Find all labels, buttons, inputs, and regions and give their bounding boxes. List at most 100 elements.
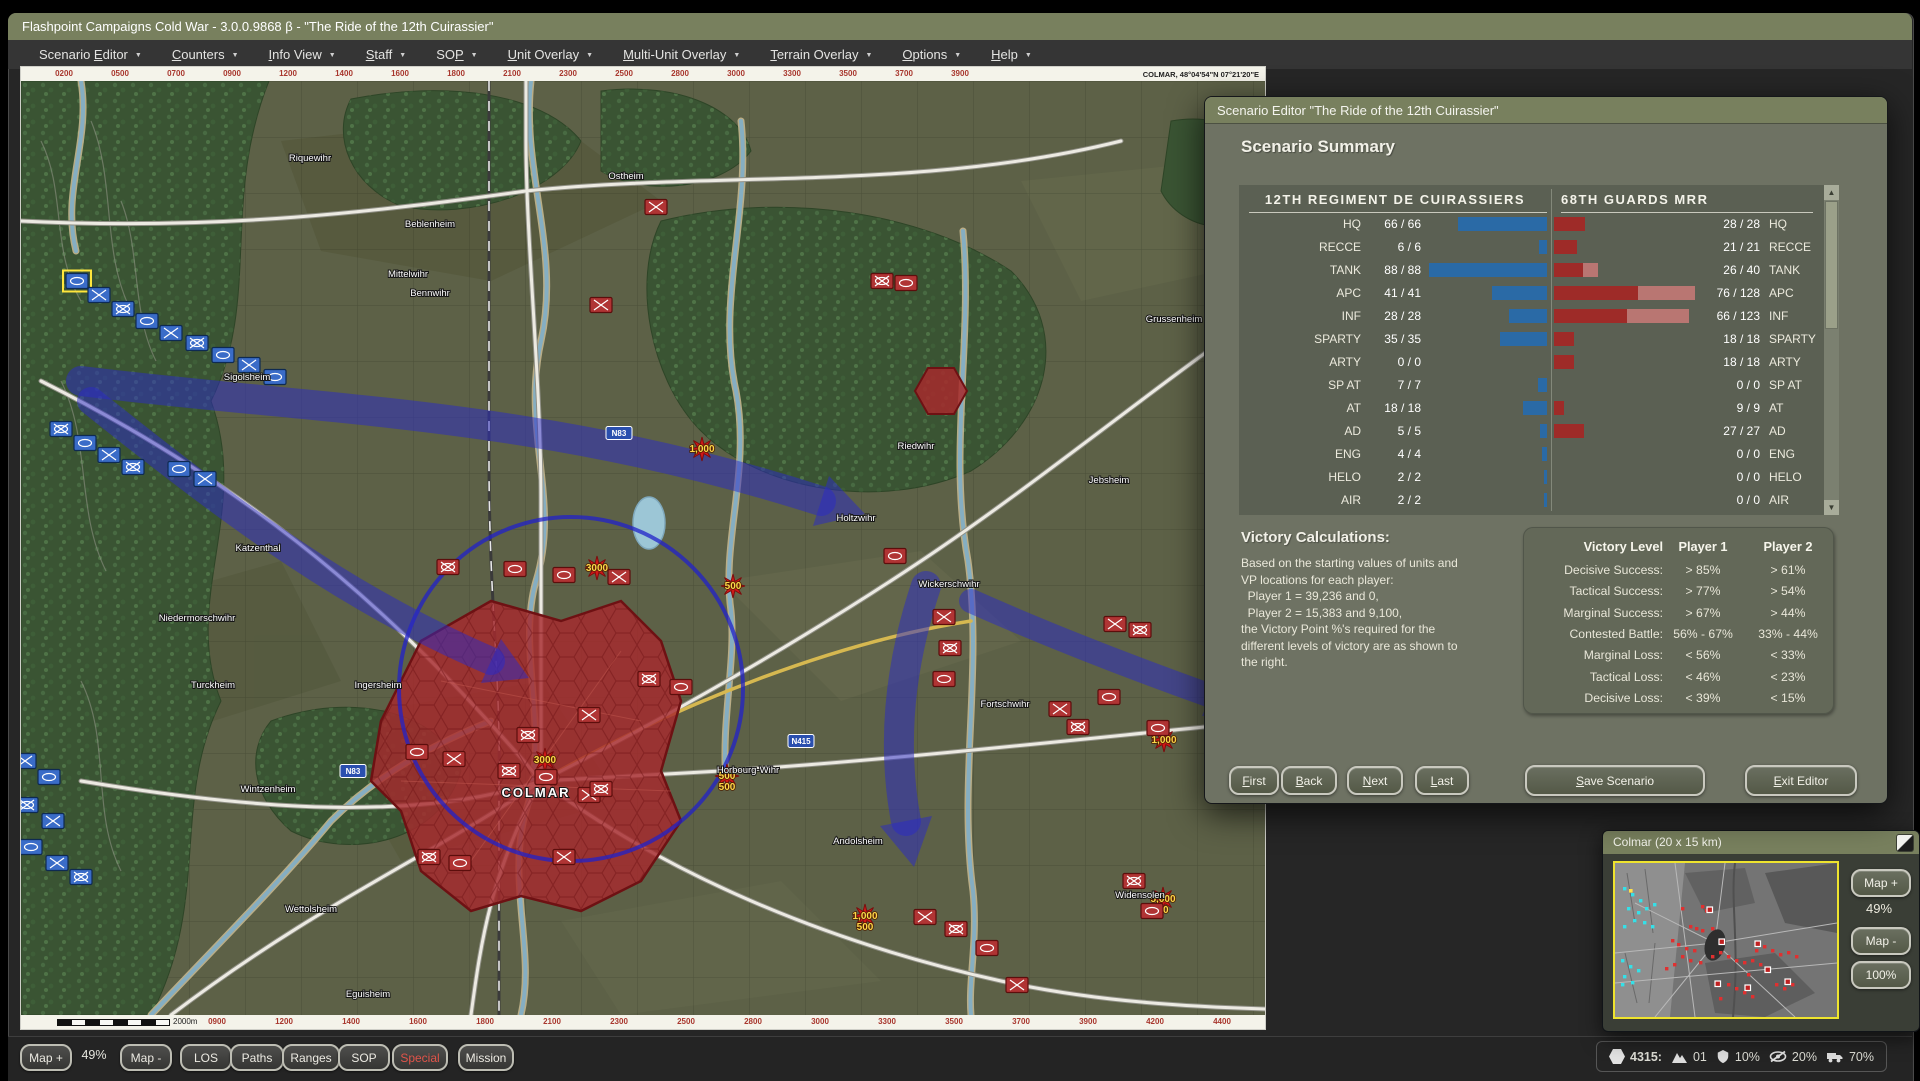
dialog-titlebar[interactable]: Scenario Editor "The Ride of the 12th Cu… — [1205, 97, 1887, 124]
unit-counter-red[interactable] — [1147, 721, 1169, 736]
unit-counter-blue[interactable] — [50, 422, 72, 437]
toolbar-special-button[interactable]: Special — [392, 1044, 448, 1071]
toolbar-map-button[interactable]: Map + — [20, 1044, 72, 1071]
unit-counter-red[interactable] — [553, 568, 575, 583]
unit-counter-red[interactable] — [945, 922, 967, 937]
toolbar-mission-button[interactable]: Mission — [458, 1044, 514, 1071]
minimap-titlebar[interactable]: Colmar (20 x 15 km) — [1603, 831, 1919, 854]
ruler-number: 1400 — [331, 1017, 371, 1026]
scrollbar-thumb[interactable] — [1825, 201, 1838, 329]
first-button[interactable]: First — [1229, 766, 1279, 795]
unit-counter-red[interactable] — [1049, 702, 1071, 717]
unit-counter-red[interactable] — [498, 764, 520, 779]
minimap-map-button[interactable]: Map - — [1851, 927, 1911, 955]
unit-counter-red[interactable] — [976, 941, 998, 956]
minimap-map-button[interactable]: Map + — [1851, 869, 1911, 897]
unit-counter-red[interactable] — [670, 680, 692, 695]
unit-counter-red[interactable] — [553, 850, 575, 865]
unit-counter-red[interactable] — [1006, 978, 1028, 993]
minimap-view[interactable] — [1613, 861, 1839, 1019]
unit-counter-red[interactable] — [1123, 874, 1145, 889]
unit-counter-red[interactable] — [590, 298, 612, 313]
toolbar-los-button[interactable]: LOS — [180, 1044, 232, 1071]
unit-counter-red[interactable] — [608, 570, 630, 585]
menu-staff[interactable]: Staff▼ — [351, 40, 421, 69]
town-label-horbourg-wihr: Horbourg-Wihr — [717, 765, 779, 776]
map-canvas[interactable]: 1,000300050030005005001,0005001,0005,000… — [21, 81, 1265, 1015]
menu-unit-overlay[interactable]: Unit Overlay▼ — [493, 40, 608, 69]
toolbar-map-button[interactable]: Map - — [120, 1044, 172, 1071]
minimap-100-button[interactable]: 100% — [1851, 961, 1911, 989]
unit-counter-blue[interactable] — [88, 288, 110, 303]
unit-counter-red[interactable] — [517, 728, 539, 743]
menu-options[interactable]: Options▼ — [887, 40, 976, 69]
exit-editor-button[interactable]: Exit Editor — [1745, 765, 1857, 796]
menu-multi-unit-overlay[interactable]: Multi-Unit Overlay▼ — [608, 40, 755, 69]
toolbar-sop-button[interactable]: SOP — [338, 1044, 390, 1071]
unit-counter-red[interactable] — [443, 752, 465, 767]
toolbar-ranges-button[interactable]: Ranges — [282, 1044, 340, 1071]
unit-counter-red[interactable] — [535, 770, 557, 785]
scroll-down-icon[interactable]: ▼ — [1824, 500, 1839, 515]
unit-counter-red[interactable] — [449, 856, 471, 871]
menu-counters[interactable]: Counters▼ — [157, 40, 254, 69]
unit-counter-red[interactable] — [895, 276, 917, 291]
unit-counter-blue[interactable] — [168, 462, 190, 477]
unit-counter-blue[interactable] — [21, 840, 42, 855]
unit-counter-blue[interactable] — [112, 302, 134, 317]
unit-counter-red[interactable] — [939, 641, 961, 656]
unit-counter-red[interactable] — [1098, 690, 1120, 705]
table-scrollbar[interactable]: ▲ ▼ — [1824, 185, 1839, 515]
unit-counter-blue[interactable] — [42, 814, 64, 829]
last-button[interactable]: Last — [1415, 766, 1469, 795]
menu-help[interactable]: Help▼ — [976, 40, 1047, 69]
menu-scenario-editor[interactable]: Scenario Editor▼ — [24, 40, 157, 69]
ruler-number: 3700 — [1001, 1017, 1041, 1026]
toolbar-paths-button[interactable]: Paths — [230, 1044, 284, 1071]
back-button[interactable]: Back — [1281, 766, 1337, 795]
unit-counter-blue[interactable] — [38, 770, 60, 785]
town-label-beblenheim: Beblenheim — [405, 219, 455, 230]
unit-counter-red[interactable] — [1067, 720, 1089, 735]
unit-counter-red[interactable] — [578, 708, 600, 723]
unit-counter-blue[interactable] — [46, 856, 68, 871]
unit-counter-red[interactable] — [871, 274, 893, 289]
unit-counter-red[interactable] — [638, 672, 660, 687]
unit-counter-blue[interactable] — [212, 348, 234, 363]
unit-counter-red[interactable] — [1129, 623, 1151, 638]
unit-counter-blue[interactable] — [21, 754, 36, 769]
unit-counter-blue[interactable] — [70, 870, 92, 885]
unit-counter-blue[interactable] — [160, 326, 182, 341]
unit-counter-blue[interactable] — [136, 314, 158, 329]
unit-counter-blue[interactable] — [98, 448, 120, 463]
unit-counter-blue[interactable] — [122, 460, 144, 475]
save-scenario-button[interactable]: Save Scenario — [1525, 765, 1705, 796]
unit-counter-red[interactable] — [1104, 617, 1126, 632]
unit-counter-red[interactable] — [504, 562, 526, 577]
menu-sop[interactable]: SOP▼ — [421, 40, 492, 69]
unit-counter-blue[interactable] — [194, 472, 216, 487]
unit-counter-red[interactable] — [418, 850, 440, 865]
unit-counter-red[interactable] — [914, 910, 936, 925]
unit-counter-red[interactable] — [933, 610, 955, 625]
unit-counter-red[interactable] — [1141, 904, 1163, 919]
menu-terrain-overlay[interactable]: Terrain Overlay▼ — [755, 40, 887, 69]
unit-counter-blue[interactable] — [63, 271, 91, 292]
scroll-up-icon[interactable]: ▲ — [1824, 185, 1839, 200]
unit-counter-red[interactable] — [884, 549, 906, 564]
unit-counter-blue[interactable] — [186, 336, 208, 351]
unit-counter-red[interactable] — [590, 782, 612, 797]
unit-counter-red[interactable] — [406, 745, 428, 760]
minimap-collapse-icon[interactable] — [1896, 834, 1914, 852]
unit-counter-blue[interactable] — [74, 436, 96, 451]
wargame-map[interactable]: 1,000300050030005005001,0005001,0005,000… — [21, 81, 1265, 1015]
unit-counter-blue[interactable] — [21, 798, 38, 813]
victory-level-row: Decisive Success:> 85%> 61% — [1523, 563, 1834, 583]
menu-info-view[interactable]: Info View▼ — [254, 40, 351, 69]
unit-counter-red[interactable] — [645, 200, 667, 215]
unit-counter-red[interactable] — [933, 672, 955, 687]
next-button[interactable]: Next — [1347, 766, 1403, 795]
unit-counter-red[interactable] — [437, 560, 459, 575]
right-force-value: 21 / 21 — [1670, 240, 1760, 254]
unit-counter-blue[interactable] — [238, 358, 260, 373]
